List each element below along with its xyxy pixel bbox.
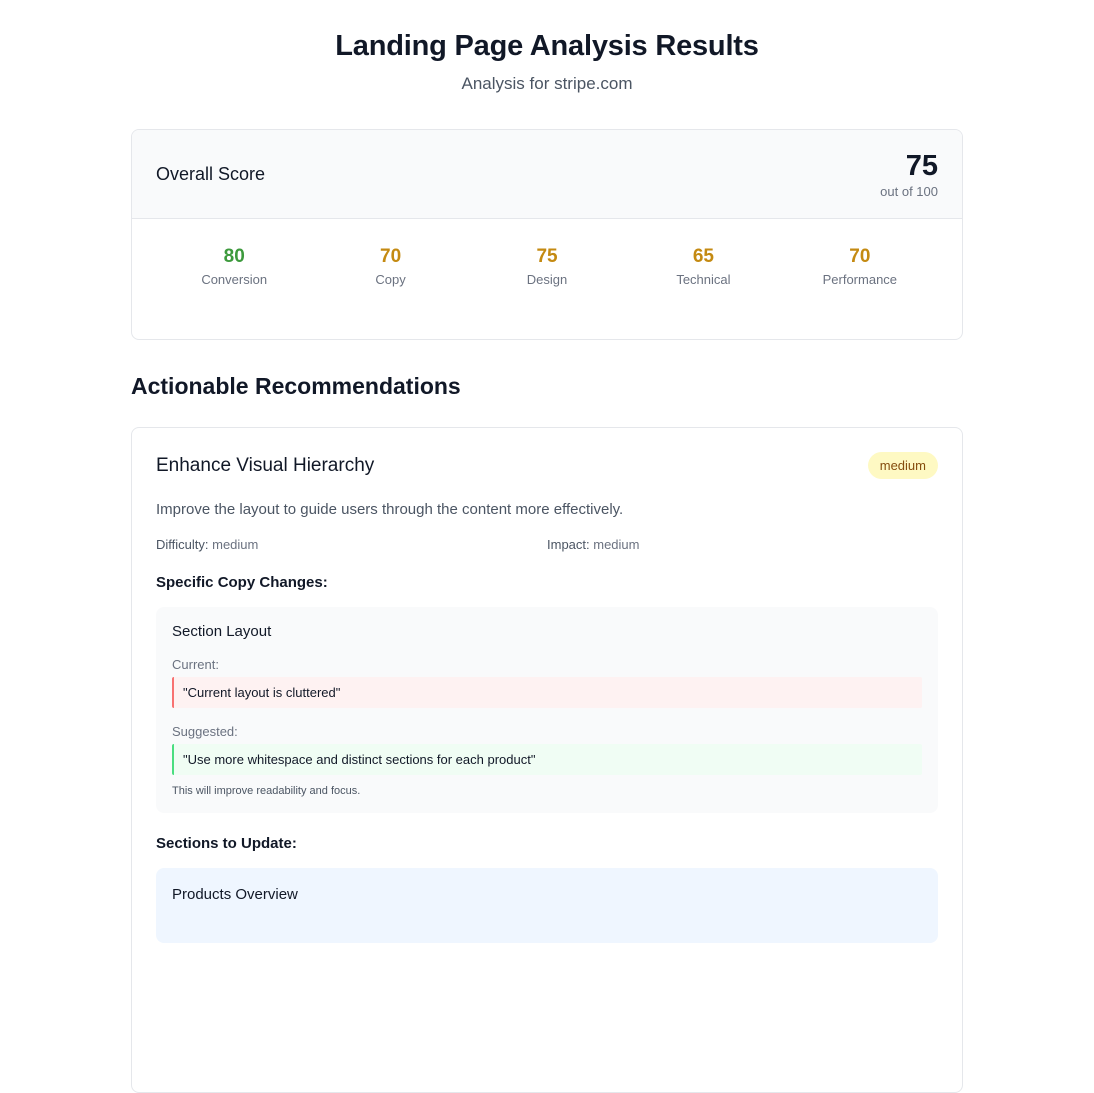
overall-score-out-of: out of 100 [880, 183, 938, 199]
metric-copy: 70 Copy [312, 245, 468, 339]
recommendation-header: Enhance Visual Hierarchy medium [156, 452, 938, 479]
metric-value: 80 [223, 246, 245, 267]
recommendation-card: Enhance Visual Hierarchy medium Improve … [131, 427, 963, 1093]
impact-info: Impact: medium [547, 537, 938, 552]
page-container: Landing Page Analysis Results Analysis f… [131, 0, 963, 1093]
metric-technical: 65 Technical [625, 245, 781, 339]
metric-conversion: 80 Conversion [156, 245, 312, 339]
metric-label: Design [526, 272, 568, 287]
page-subtitle: Analysis for stripe.com [461, 74, 633, 93]
difficulty-info: Difficulty: medium [156, 537, 547, 552]
copy-changes-heading: Specific Copy Changes: [156, 574, 328, 591]
copy-change-note: This will improve readability and focus. [172, 785, 361, 797]
metric-value: 65 [692, 246, 714, 267]
priority-badge: medium [867, 452, 938, 479]
metric-value: 75 [536, 246, 558, 267]
difficulty-label: Difficulty: [156, 537, 209, 552]
metric-label: Conversion [201, 272, 268, 287]
copy-change-box: Section Layout Current: "Current layout … [156, 607, 938, 813]
recommendations-heading: Actionable Recommendations [131, 373, 461, 399]
difficulty-value: medium [212, 537, 259, 552]
metric-label: Performance [822, 272, 898, 287]
metric-scores: 80 Conversion 70 Copy 75 Design 65 Techn… [132, 219, 962, 339]
section-to-update: Products Overview [156, 868, 938, 943]
copy-change-title: Section Layout [172, 623, 272, 640]
overall-score-card: Overall Score 75 out of 100 80 Conversio… [131, 129, 963, 340]
sections-heading: Sections to Update: [156, 835, 297, 852]
overall-score-header: Overall Score 75 out of 100 [132, 130, 962, 219]
metric-label: Copy [375, 272, 406, 287]
current-label: Current: [172, 657, 219, 672]
impact-label: Impact: [547, 537, 590, 552]
metric-label: Technical [676, 272, 731, 287]
metric-design: 75 Design [469, 245, 625, 339]
metric-performance: 70 Performance [782, 245, 938, 339]
metric-value: 70 [380, 246, 402, 267]
suggested-copy: "Use more whitespace and distinct sectio… [172, 744, 922, 775]
suggested-label: Suggested: [172, 724, 238, 739]
impact-value: medium [593, 537, 640, 552]
recommendation-description: Improve the layout to guide users throug… [156, 501, 624, 518]
metric-value: 70 [849, 246, 871, 267]
section-title: Products Overview [172, 886, 298, 903]
current-copy: "Current layout is cluttered" [172, 677, 922, 708]
page-title: Landing Page Analysis Results [335, 30, 759, 62]
overall-score-summary: 75 out of 100 [880, 150, 938, 199]
overall-score-value: 75 [905, 149, 938, 182]
recommendation-meta: Difficulty: medium Impact: medium [156, 537, 938, 552]
recommendation-title: Enhance Visual Hierarchy [156, 454, 375, 476]
overall-score-label: Overall Score [156, 163, 266, 184]
